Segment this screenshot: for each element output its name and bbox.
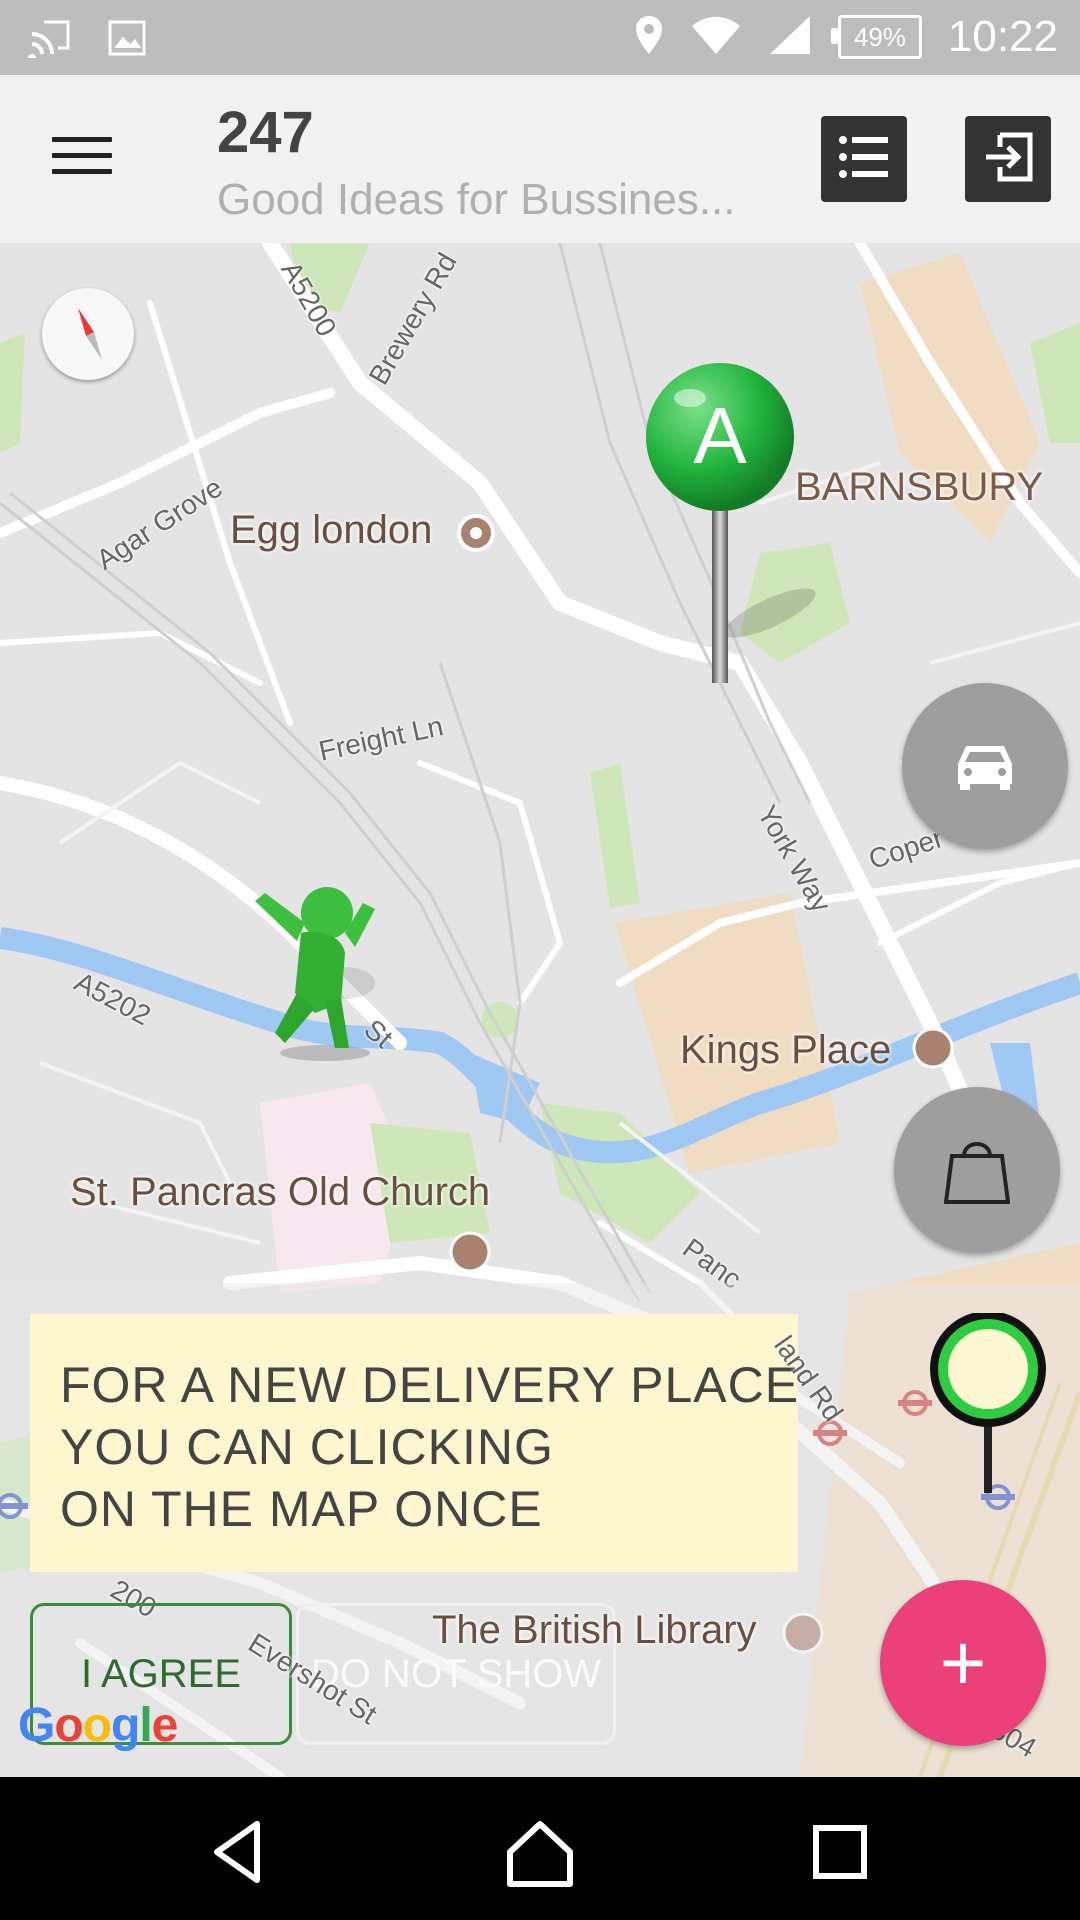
location-icon xyxy=(634,14,664,61)
system-nav-bar xyxy=(0,1777,1080,1920)
place-label-egg-london: Egg london xyxy=(230,508,433,552)
google-logo: Google xyxy=(18,1699,178,1752)
menu-icon[interactable] xyxy=(52,137,112,183)
recents-icon[interactable] xyxy=(800,1812,880,1892)
signal-icon xyxy=(768,14,812,61)
add-button[interactable]: + xyxy=(880,1580,1046,1746)
hint-tooltip: FOR A NEW DELIVERY PLACE YOU CAN CLICKIN… xyxy=(30,1314,798,1572)
wifi-icon xyxy=(690,14,742,61)
hint-line-2: YOU CAN CLICKING xyxy=(60,1419,554,1475)
list-icon xyxy=(838,134,890,185)
place-label-st-pancras: St. Pancras Old Church xyxy=(70,1170,491,1214)
hint-line-3: ON THE MAP ONCE xyxy=(60,1481,543,1537)
shopping-button[interactable] xyxy=(894,1087,1060,1253)
exit-icon xyxy=(982,131,1034,188)
status-bar: 49% 10:22 xyxy=(0,0,1080,75)
taxi-button[interactable] xyxy=(902,683,1068,849)
compass-button[interactable] xyxy=(42,288,134,380)
shopping-bag-icon xyxy=(944,1142,1010,1204)
marker-a-label: A xyxy=(693,391,747,480)
map-view[interactable]: Egg london BARNSBURY Kings Place St. Pan… xyxy=(0,243,1080,1777)
compass-icon xyxy=(78,308,102,360)
destination-marker[interactable]: A xyxy=(640,363,840,693)
place-label-kings-place: Kings Place xyxy=(680,1028,892,1072)
exit-button[interactable] xyxy=(965,116,1051,202)
back-icon[interactable] xyxy=(201,1812,281,1892)
clock: 10:22 xyxy=(947,12,1058,61)
home-icon[interactable] xyxy=(500,1812,580,1892)
list-button[interactable] xyxy=(821,116,907,202)
place-label-british-library: The British Library xyxy=(432,1608,757,1652)
user-location-icon xyxy=(255,887,375,1061)
cast-icon xyxy=(28,18,74,63)
page-title: 247 xyxy=(217,100,314,165)
battery-level: 49% xyxy=(853,21,906,52)
page-subtitle: Good Ideas for Bussines... xyxy=(217,175,736,224)
battery-icon: 49% xyxy=(830,15,922,59)
taxi-icon xyxy=(958,746,1012,790)
hint-line-1: FOR A NEW DELIVERY PLACE xyxy=(60,1357,800,1413)
app-toolbar: 247 Good Ideas for Bussines... xyxy=(0,75,1080,244)
delivery-marker[interactable] xyxy=(920,1313,1060,1513)
image-icon xyxy=(108,20,146,61)
